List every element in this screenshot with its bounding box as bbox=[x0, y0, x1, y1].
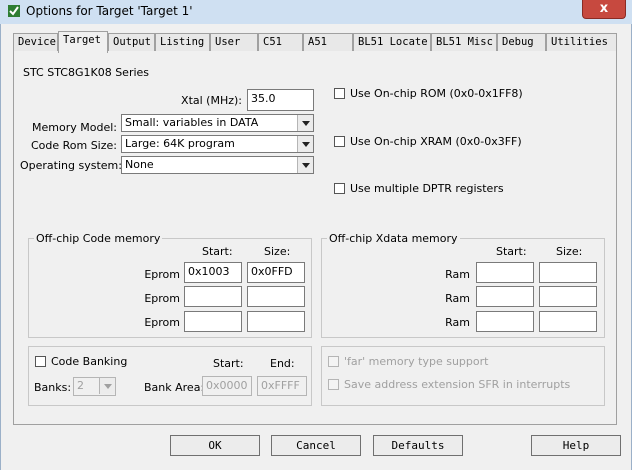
tab-listing[interactable]: Listing bbox=[155, 33, 210, 51]
offchip-code-title: Off-chip Code memory bbox=[34, 232, 163, 245]
xdata-ram-start-2[interactable] bbox=[476, 286, 534, 307]
xdata-ram-start-1[interactable] bbox=[476, 262, 534, 283]
far-memory-checkbox[interactable] bbox=[328, 356, 339, 367]
bank-end-header: End: bbox=[270, 357, 295, 370]
tab-bl51-locate[interactable]: BL51 Locate bbox=[353, 33, 431, 51]
chevron-down-icon[interactable] bbox=[297, 157, 313, 173]
code-size-header: Size: bbox=[264, 245, 291, 258]
operating-system-value: None bbox=[125, 158, 154, 171]
memory-model-value: Small: variables in DATA bbox=[125, 116, 259, 129]
code-eprom-size-1[interactable]: 0x0FFD bbox=[247, 262, 305, 283]
xdata-ram-size-2[interactable] bbox=[539, 286, 597, 307]
code-eprom-label-2: Eprom bbox=[144, 292, 180, 305]
xdata-ram-size-3[interactable] bbox=[539, 311, 597, 332]
bank-area-start[interactable]: 0x0000 bbox=[202, 376, 252, 396]
code-eprom-size-3[interactable] bbox=[247, 311, 305, 332]
tab-target[interactable]: Target bbox=[58, 31, 108, 53]
code-eprom-label-3: Eprom bbox=[144, 316, 180, 329]
code-eprom-start-2[interactable] bbox=[184, 286, 242, 307]
cancel-button[interactable]: Cancel bbox=[271, 435, 361, 456]
xdata-ram-start-3[interactable] bbox=[476, 311, 534, 332]
operating-system-select[interactable]: None bbox=[121, 156, 314, 174]
code-banking-checkbox[interactable] bbox=[35, 356, 46, 367]
xdata-size-header: Size: bbox=[556, 245, 583, 258]
close-button[interactable]: x bbox=[582, 0, 626, 19]
banks-select[interactable]: 2 bbox=[73, 377, 116, 396]
xdata-start-header: Start: bbox=[496, 245, 527, 258]
code-rom-size-value: Large: 64K program bbox=[125, 137, 235, 150]
multiple-dptr-label: Use multiple DPTR registers bbox=[350, 182, 504, 195]
defaults-button[interactable]: Defaults bbox=[373, 435, 463, 456]
chevron-down-icon[interactable] bbox=[99, 378, 115, 394]
device-name: STC STC8G1K08 Series bbox=[23, 66, 150, 79]
bank-start-header: Start: bbox=[213, 357, 244, 370]
code-eprom-label-1: Eprom bbox=[144, 268, 180, 281]
tab-output[interactable]: Output bbox=[108, 33, 155, 51]
operating-system-label: Operating system: bbox=[20, 159, 122, 172]
xtal-input[interactable]: 35.0 bbox=[247, 89, 314, 111]
code-banking-label: Code Banking bbox=[51, 355, 128, 368]
code-eprom-size-2[interactable] bbox=[247, 286, 305, 307]
onchip-rom-checkbox[interactable] bbox=[334, 88, 345, 99]
onchip-xram-label: Use On-chip XRAM (0x0-0x3FF) bbox=[350, 135, 522, 148]
chevron-down-icon[interactable] bbox=[297, 136, 313, 152]
tab-user[interactable]: User bbox=[210, 33, 258, 51]
memory-model-select[interactable]: Small: variables in DATA bbox=[121, 114, 314, 132]
offchip-xdata-title: Off-chip Xdata memory bbox=[327, 232, 460, 245]
banks-value: 2 bbox=[77, 379, 84, 392]
multiple-dptr-checkbox[interactable] bbox=[334, 183, 345, 194]
bank-area-end[interactable]: 0xFFFF bbox=[257, 376, 307, 396]
code-eprom-start-1[interactable]: 0x1003 bbox=[184, 262, 242, 283]
bank-area-label: Bank Area: bbox=[144, 381, 205, 394]
code-rom-size-label: Code Rom Size: bbox=[30, 139, 117, 152]
tab-device[interactable]: Device bbox=[13, 33, 58, 51]
app-icon bbox=[8, 5, 20, 17]
code-start-header: Start: bbox=[202, 245, 233, 258]
code-eprom-start-3[interactable] bbox=[184, 311, 242, 332]
tab-bl51-misc[interactable]: BL51 Misc bbox=[431, 33, 497, 51]
banks-label: Banks: bbox=[34, 381, 72, 394]
ok-button[interactable]: OK bbox=[170, 435, 260, 456]
xdata-ram-label-3: Ram bbox=[445, 316, 470, 329]
onchip-rom-label: Use On-chip ROM (0x0-0x1FF8) bbox=[350, 87, 523, 100]
code-rom-size-select[interactable]: Large: 64K program bbox=[121, 135, 314, 153]
onchip-xram-checkbox[interactable] bbox=[334, 136, 345, 147]
save-sfr-label: Save address extension SFR in interrupts bbox=[344, 378, 571, 391]
tab-debug[interactable]: Debug bbox=[497, 33, 546, 51]
xdata-ram-label-2: Ram bbox=[445, 292, 470, 305]
far-memory-label: 'far' memory type support bbox=[344, 355, 489, 368]
window-title: Options for Target 'Target 1' bbox=[26, 4, 193, 18]
tab-utilities[interactable]: Utilities bbox=[546, 33, 617, 51]
memory-model-label: Memory Model: bbox=[32, 121, 117, 134]
xdata-ram-label-1: Ram bbox=[445, 268, 470, 281]
xdata-ram-size-1[interactable] bbox=[539, 262, 597, 283]
help-button[interactable]: Help bbox=[531, 435, 621, 456]
close-icon: x bbox=[599, 1, 609, 16]
save-sfr-checkbox[interactable] bbox=[328, 379, 339, 390]
chevron-down-icon[interactable] bbox=[297, 115, 313, 131]
tab-a51[interactable]: A51 bbox=[303, 33, 353, 51]
tab-c51[interactable]: C51 bbox=[258, 33, 303, 51]
xtal-label: Xtal (MHz): bbox=[181, 94, 242, 107]
